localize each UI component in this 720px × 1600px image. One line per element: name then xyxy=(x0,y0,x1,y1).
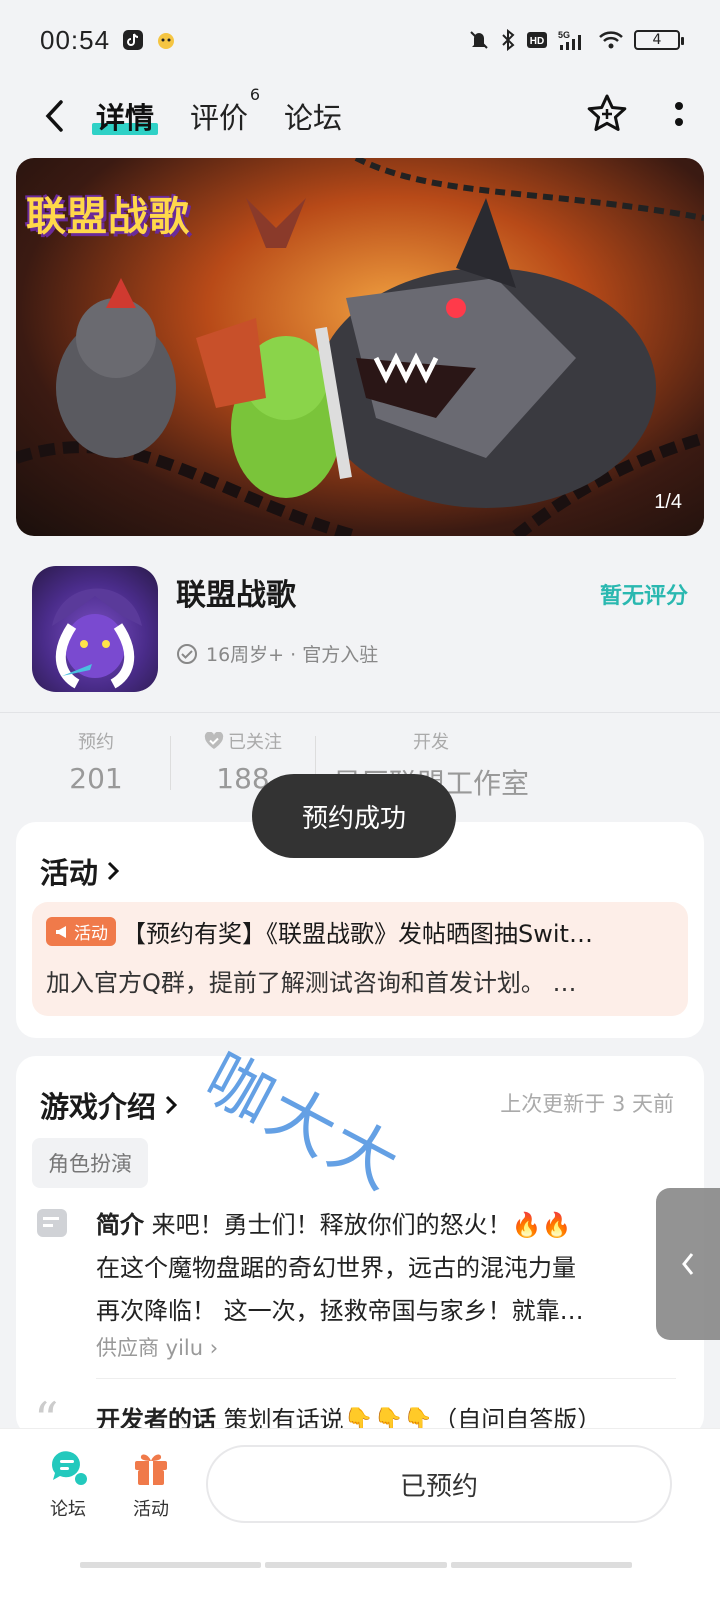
tab-reviews[interactable]: 评价 6 xyxy=(190,85,260,137)
chevron-right-icon xyxy=(107,861,120,881)
wifi-icon xyxy=(598,29,624,51)
banner-game-logo: 联盟战歌 xyxy=(26,194,190,240)
signal-icon: 5G xyxy=(558,29,588,51)
side-drawer-handle[interactable] xyxy=(656,1188,720,1340)
app-tags: 16周岁+ · 官方入驻 xyxy=(176,640,378,667)
back-button[interactable] xyxy=(36,98,72,134)
favorite-star-button[interactable] xyxy=(586,93,628,139)
chevron-right-icon xyxy=(165,1095,178,1115)
heart-check-icon xyxy=(204,732,224,749)
bluetooth-icon xyxy=(500,29,516,51)
more-vertical-icon xyxy=(675,102,683,126)
section-divider xyxy=(0,712,720,713)
game-banner-carousel[interactable]: 联盟战歌 1/4 xyxy=(16,158,704,536)
stat-reserve: 预约 201 xyxy=(69,732,123,795)
genre-tag[interactable]: 角色扮演 xyxy=(32,1138,148,1188)
banner-page-counter: 1/4 xyxy=(654,491,682,513)
bottom-activity-button[interactable]: 活动 xyxy=(132,1449,170,1521)
status-bar: 00:54 HD 5G 4 xyxy=(0,0,720,80)
intro-divider xyxy=(96,1378,676,1379)
verified-check-icon xyxy=(177,643,197,664)
app-info-section: 联盟战歌 16周岁+ · 官方入驻 暂无评分 xyxy=(0,556,720,712)
tab-details[interactable]: 详情 xyxy=(91,95,159,137)
supplier-link[interactable]: 供应商 yilu › xyxy=(96,1332,218,1362)
bottom-forum-button[interactable]: 论坛 xyxy=(48,1449,88,1521)
intro-description[interactable]: 简介 来吧！勇士们！释放你们的怒火！🔥🔥 在这个魔物盘踞的奇幻世界，远古的混沌力… xyxy=(96,1204,656,1333)
activity-section-title[interactable]: 活动 xyxy=(40,850,120,892)
activity-subline: 加入官方Q群，提前了解测试咨询和首发计划。 … xyxy=(46,969,577,997)
battery-icon: 4 xyxy=(634,30,684,50)
star-plus-icon xyxy=(587,94,627,131)
tab-forum[interactable]: 论坛 xyxy=(284,95,342,137)
chevron-left-icon xyxy=(682,1253,694,1275)
chevron-left-icon xyxy=(45,100,63,132)
reviews-count-badge: 6 xyxy=(249,85,261,104)
toast-reservation-success: 预约成功 xyxy=(252,774,456,858)
svg-text:5G: 5G xyxy=(558,30,570,40)
intro-updated-time: 上次更新于 3 天前 xyxy=(500,1092,674,1116)
mute-icon xyxy=(468,29,490,51)
top-nav: 详情 评价 6 论坛 xyxy=(0,80,720,152)
svg-text:HD: HD xyxy=(530,36,544,47)
home-indicator xyxy=(80,1562,632,1568)
status-time: 00:54 xyxy=(40,24,111,55)
more-menu-button[interactable] xyxy=(674,100,684,132)
activity-item[interactable]: 活动 【预约有奖】《联盟战歌》发帖晒图抽Swit… 加入官方Q群，提前了解测试咨… xyxy=(32,902,688,1016)
activity-headline: 【预约有奖】《联盟战歌》发帖晒图抽Swit… xyxy=(122,920,593,948)
app-name: 联盟战歌 xyxy=(176,578,296,613)
megaphone-icon xyxy=(56,925,66,938)
app-notification-icon xyxy=(156,30,176,50)
bottom-action-bar: 论坛 活动 已预约 xyxy=(0,1428,720,1600)
app-icon xyxy=(32,566,158,692)
hd-icon: HD xyxy=(526,30,548,50)
tiktok-icon xyxy=(122,29,144,51)
intro-section-title[interactable]: 游戏介绍 xyxy=(40,1084,178,1126)
description-icon xyxy=(36,1208,68,1242)
reserved-button[interactable]: 已预约 xyxy=(206,1445,672,1523)
gift-icon xyxy=(135,1454,167,1485)
activity-badge: 活动 xyxy=(46,917,116,946)
app-rating: 暂无评分 xyxy=(599,584,688,609)
forum-chat-icon xyxy=(51,1451,87,1485)
